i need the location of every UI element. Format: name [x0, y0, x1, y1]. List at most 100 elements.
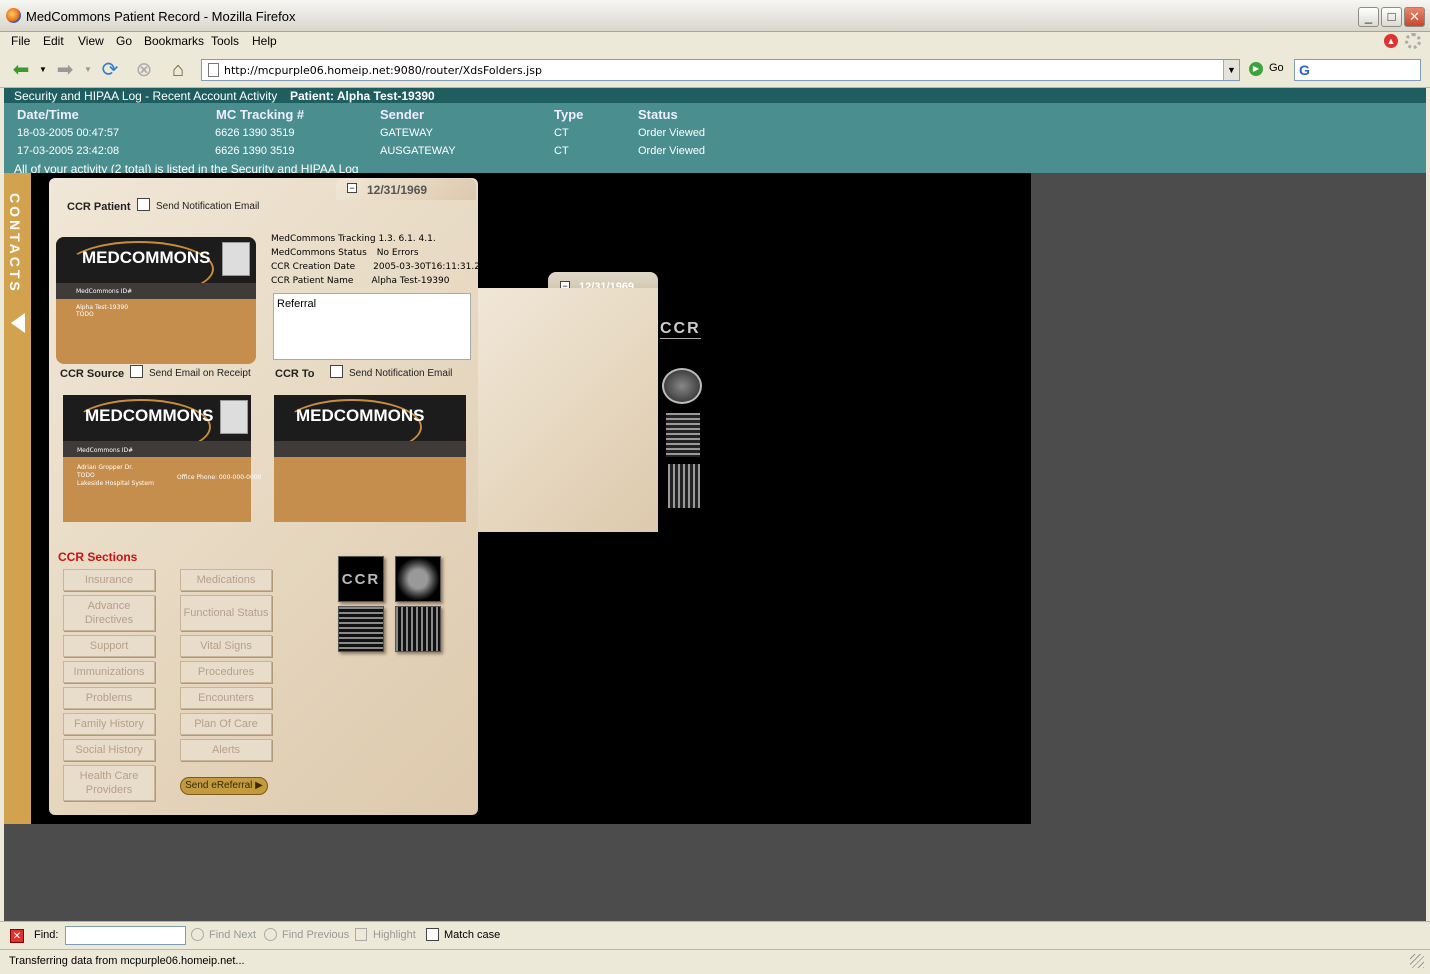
- row2-status: Order Viewed: [638, 145, 706, 157]
- menu-view[interactable]: View: [78, 34, 104, 48]
- alert-icon[interactable]: ▲: [1384, 34, 1398, 48]
- card-logo: MEDCOMMONS: [85, 406, 214, 425]
- section-advance-directives[interactable]: Advance Directives: [63, 595, 155, 631]
- firefox-icon: [6, 8, 21, 23]
- col-type: Type: [554, 107, 584, 122]
- forward-icon[interactable]: ➡: [52, 57, 78, 83]
- menu-bar: File Edit View Go Bookmarks Tools Help ▲: [0, 32, 1430, 52]
- source-email-label: Send Email on Receipt: [149, 368, 251, 379]
- google-search-icon[interactable]: G: [1299, 62, 1310, 78]
- menu-file[interactable]: File: [11, 34, 30, 48]
- go-button[interactable]: ▶ Go: [1249, 62, 1284, 76]
- go-icon: ▶: [1249, 62, 1263, 76]
- home-icon[interactable]: ⌂: [165, 57, 191, 83]
- folder1-date: 12/31/1969: [367, 183, 428, 197]
- ct-scan-axial-icon[interactable]: [662, 368, 702, 404]
- source-email-checkbox[interactable]: [130, 365, 143, 378]
- status-text: Transferring data from mcpurple06.homeip…: [9, 955, 245, 967]
- folder1-tab[interactable]: − 12/31/1969: [336, 178, 476, 200]
- collapse-arrow-icon[interactable]: [11, 313, 25, 333]
- patient-name: Patient: Alpha Test-19390: [290, 89, 435, 103]
- section-functional-status[interactable]: Functional Status: [180, 595, 272, 631]
- back-icon[interactable]: ⬅: [8, 57, 34, 83]
- ct-axial-thumbnail[interactable]: [395, 556, 441, 602]
- ct-coronal-thumbnail[interactable]: [338, 606, 384, 652]
- send-ereferral-button[interactable]: Send eReferral ▶: [180, 777, 268, 795]
- section-immunizations[interactable]: Immunizations: [63, 661, 155, 683]
- empty-panel-bottom: [4, 824, 1426, 921]
- search-input[interactable]: G: [1294, 59, 1421, 81]
- url-text: http://mcpurple06.homeip.net:9080/router…: [224, 64, 542, 77]
- menu-tools[interactable]: Tools: [211, 34, 239, 48]
- close-button[interactable]: ✕: [1404, 7, 1425, 27]
- section-insurance[interactable]: Insurance: [63, 569, 155, 591]
- menu-help[interactable]: Help: [252, 34, 277, 48]
- find-label: Find:: [34, 929, 59, 941]
- section-plan-of-care[interactable]: Plan Of Care: [180, 713, 272, 735]
- forward-dropdown-icon[interactable]: ▼: [84, 65, 92, 74]
- security-log-panel: Security and HIPAA Log - Recent Account …: [4, 88, 1426, 173]
- folder2: [478, 288, 658, 532]
- ct-scan-coronal-icon[interactable]: [666, 413, 700, 457]
- ct-scan-sagittal-icon[interactable]: [668, 464, 700, 508]
- detail-label: CCR Creation Date: [271, 262, 356, 272]
- find-input[interactable]: [65, 926, 186, 945]
- send-ereferral-label: Send eReferral: [185, 780, 253, 791]
- detail-label: CCR Patient Name: [271, 276, 354, 286]
- ccr-details: MedCommons Tracking 1.3. 6.1. 4.1. MedCo…: [271, 232, 491, 288]
- section-procedures[interactable]: Procedures: [180, 661, 272, 683]
- patient-card[interactable]: MEDCOMMONS MedCommons ID# Alpha Test-193…: [56, 237, 256, 364]
- row2-datetime: 17-03-2005 23:42:08: [17, 145, 120, 157]
- find-previous-button[interactable]: Find Previous: [282, 929, 349, 941]
- contacts-sidebar[interactable]: CONTACTS: [4, 173, 31, 824]
- url-dropdown-icon[interactable]: ▼: [1223, 60, 1239, 80]
- row2-tracking[interactable]: 6626 1390 3519: [215, 145, 295, 157]
- card-id-label: MedCommons ID#: [77, 447, 134, 454]
- menu-edit[interactable]: Edit: [43, 34, 64, 48]
- find-previous-icon: [264, 928, 277, 941]
- row1-status: Order Viewed: [638, 127, 706, 139]
- source-card[interactable]: MEDCOMMONS MedCommons ID# Adrian Gropper…: [63, 395, 251, 522]
- back-dropdown-icon[interactable]: ▼: [39, 65, 47, 74]
- section-problems[interactable]: Problems: [63, 687, 155, 709]
- to-card[interactable]: MEDCOMMONS: [274, 395, 466, 522]
- section-medications[interactable]: Medications: [180, 569, 272, 591]
- section-social-history[interactable]: Social History: [63, 739, 155, 761]
- row1-tracking[interactable]: 6626 1390 3519: [215, 127, 295, 139]
- section-vital-signs[interactable]: Vital Signs: [180, 635, 272, 657]
- menu-go[interactable]: Go: [116, 34, 132, 48]
- source-card-line3: Lakeside Hospital System: [77, 480, 154, 487]
- patient-notify-checkbox[interactable]: [137, 198, 150, 211]
- ccr-to-label: CCR To: [275, 368, 315, 380]
- resize-grip-icon[interactable]: [1410, 954, 1424, 968]
- detail-label: MedCommons Tracking: [271, 234, 376, 244]
- referral-box[interactable]: Referral: [273, 293, 471, 360]
- close-find-icon[interactable]: ✕: [10, 929, 24, 943]
- detail-label: MedCommons Status: [271, 248, 367, 258]
- match-case-label: Match case: [444, 929, 501, 941]
- ct-sagittal-thumbnail[interactable]: [395, 606, 441, 652]
- folder1-collapse-icon[interactable]: −: [347, 183, 357, 193]
- section-health-care-providers[interactable]: Health Care Providers: [63, 765, 155, 801]
- section-encounters[interactable]: Encounters: [180, 687, 272, 709]
- ccr-thumbnail[interactable]: CCR: [338, 556, 384, 602]
- highlight-button[interactable]: Highlight: [373, 929, 416, 941]
- throbber-icon: [1405, 33, 1421, 49]
- card-logo: MEDCOMMONS: [296, 406, 425, 425]
- minimize-button[interactable]: _: [1358, 7, 1379, 27]
- to-notify-checkbox[interactable]: [330, 365, 343, 378]
- log-summary: All of your activity (2 total) is listed…: [14, 162, 359, 173]
- reload-icon[interactable]: ⟳: [97, 57, 123, 83]
- section-support[interactable]: Support: [63, 635, 155, 657]
- card-logo: MEDCOMMONS: [82, 248, 211, 267]
- section-family-history[interactable]: Family History: [63, 713, 155, 735]
- stop-icon[interactable]: ⊗: [131, 57, 157, 83]
- col-sender: Sender: [380, 107, 425, 122]
- match-case-checkbox[interactable]: [426, 928, 439, 941]
- find-next-button[interactable]: Find Next: [209, 929, 256, 941]
- maximize-button[interactable]: □: [1381, 7, 1402, 27]
- section-alerts[interactable]: Alerts: [180, 739, 272, 761]
- url-bar[interactable]: http://mcpurple06.homeip.net:9080/router…: [201, 59, 1240, 81]
- patient-card-name: Alpha Test-19390: [76, 304, 129, 311]
- menu-bookmarks[interactable]: Bookmarks: [144, 34, 204, 48]
